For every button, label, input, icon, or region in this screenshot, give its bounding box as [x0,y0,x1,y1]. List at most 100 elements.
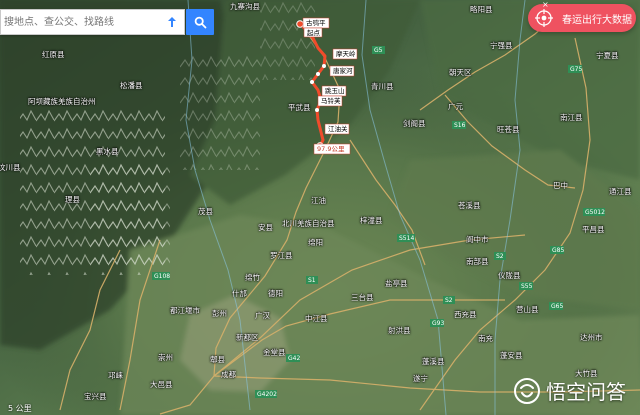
svg-text:G5012: G5012 [585,209,605,216]
svg-text:S2: S2 [496,253,504,260]
road-shield-s514: S514 [397,234,415,242]
map-label-qionglai: 邛崃 [108,370,123,380]
road-shield-g5012: G5012 [583,208,605,216]
map-label-dayi: 大邑县 [150,379,173,389]
map-label-tongjiang: 通江县 [609,186,632,196]
spring-festival-badge[interactable]: 春运出行大数据 × [528,0,636,32]
svg-text:S1: S1 [308,277,316,284]
map-label-xindu: 新都区 [236,332,259,342]
road-shield-g4202: G4202 [255,390,277,398]
route-label-jiangyouguan: 江油关 [324,123,350,135]
map-label-pengzhou: 彭州 [212,308,227,318]
map-label-beichuan: 北川羌族自治县 [282,218,335,228]
map-label-nanjiang: 南江县 [560,112,583,122]
map-label-jiuzhaigou: 九寨沟县 [230,1,260,11]
road-shield-s2: S2 [443,296,455,304]
svg-text:跳玉山: 跳玉山 [325,86,345,95]
map-label-langzhong: 阆中市 [466,234,489,244]
brand-watermark: 悟空问答 [513,376,626,405]
badge-close-icon[interactable]: × [542,0,549,9]
map-label-zitong: 梓潼县 [360,215,383,225]
svg-text:马铃芙: 马铃芙 [321,96,341,105]
svg-text:G75: G75 [570,66,582,73]
svg-text:摩天岭: 摩天岭 [336,49,356,58]
scale-label: 5 公里 [8,404,32,413]
map-label-jiange: 剑阁县 [403,118,426,128]
map-label-luojiang: 罗江县 [270,251,293,260]
svg-text:G5: G5 [374,47,383,54]
map-label-deyang: 德阳 [268,288,283,298]
search-button[interactable] [186,9,214,35]
map-label-qingchuan: 青川县 [371,81,394,91]
svg-text:G85: G85 [552,247,564,254]
svg-text:S514: S514 [399,235,414,242]
route-start-dot[interactable] [296,20,304,28]
map-label-nanchong: 南充 [478,333,493,343]
search-box[interactable] [0,9,185,35]
map-label-hongyuan: 红原县 [42,49,65,59]
map-label-xichong: 西充县 [454,309,477,319]
map-label-shifang: 什邡 [232,288,247,298]
map-label-lueyang: 略阳县 [470,4,493,14]
svg-text:97.9公里: 97.9公里 [317,145,345,153]
road-shield-g5-1: G5 [372,46,385,54]
map-label-guanghan: 广汉 [255,310,270,320]
road-shield-g108: G108 [152,272,170,280]
svg-text:S16: S16 [454,122,466,129]
road-shield-g75: G75 [568,65,582,73]
map-label-bazhong: 巴中 [553,180,568,190]
map-label-li: 理县 [65,195,80,204]
route-label-start: 古鸮平 [302,17,330,29]
map-label-pengxi: 蓬溪县 [422,356,445,366]
road-shield-g65: G65 [549,302,563,310]
satellite-map[interactable]: 红原县 阿坝藏族羌族自治州 汶川县 黑水县 理县 茂县 平武县 北川羌族自治县 … [0,0,640,415]
map-label-cangxi: 苍溪县 [458,200,481,210]
road-shield-s16: S16 [452,121,466,129]
map-label-heishui: 黑水县 [96,146,119,156]
map-label-dujiangyan: 都江堰市 [170,305,200,315]
svg-text:S2: S2 [445,297,453,304]
route-label-qidian: 起点 [303,27,323,38]
svg-text:唐家河: 唐家河 [333,66,353,75]
svg-text:S55: S55 [521,283,533,290]
route-distance-label: 97.9公里 [313,143,351,155]
map-label-baoxing: 宝兴县 [84,391,107,401]
search-icon [194,16,206,28]
map-label-aba: 阿坝藏族羌族自治州 [28,96,96,106]
svg-text:江油关: 江油关 [328,124,348,133]
route-label-tangjiahe: 唐家河 [329,65,355,77]
map-label-yanting: 盐亭县 [385,278,408,288]
map-label-suining: 遂宁 [413,373,428,383]
map-label-yingshan: 营山县 [516,304,539,314]
map-label-mianyang: 绵阳 [308,237,323,247]
map-label-pixian: 郫县 [210,354,225,364]
search-input[interactable] [1,12,154,32]
map-label-chongzhou: 崇州 [158,353,173,362]
directions-icon [168,17,176,27]
map-label-zhongjiang: 中江县 [305,313,328,323]
map-label-pingchang: 平昌县 [582,225,605,234]
road-shield-s1: S1 [306,276,318,284]
map-label-jintang: 金堂县 [263,347,286,357]
map-label-dazhou: 达州市 [580,332,603,342]
map-label-songpan: 松潘县 [120,80,143,90]
brand-icon [514,377,540,404]
svg-text:G4202: G4202 [257,391,277,398]
map-label-wenchuan: 汶川县 [0,162,21,172]
map-label-anxian: 安县 [258,222,273,232]
svg-text:G108: G108 [154,273,170,280]
svg-text:古鸮平: 古鸮平 [306,18,326,27]
map-label-mianzhu: 绵竹 [245,272,260,282]
brand-text: 悟空问答 [546,380,626,404]
map-label-wangcang: 旺苍县 [497,124,520,134]
map-label-ningqiang: 宁强县 [490,40,513,50]
map-label-jiangyou: 江油 [311,195,326,205]
svg-text:G42: G42 [288,355,300,362]
route-label-motianling: 摩天岭 [332,48,358,60]
road-shield-g42: G42 [286,354,300,362]
road-shield-s2-2: S2 [494,252,506,260]
map-label-ningxia: 宁夏县 [596,50,619,60]
directions-button[interactable] [160,10,184,34]
map-label-mao: 茂县 [198,206,213,216]
flower-icon [535,9,553,27]
